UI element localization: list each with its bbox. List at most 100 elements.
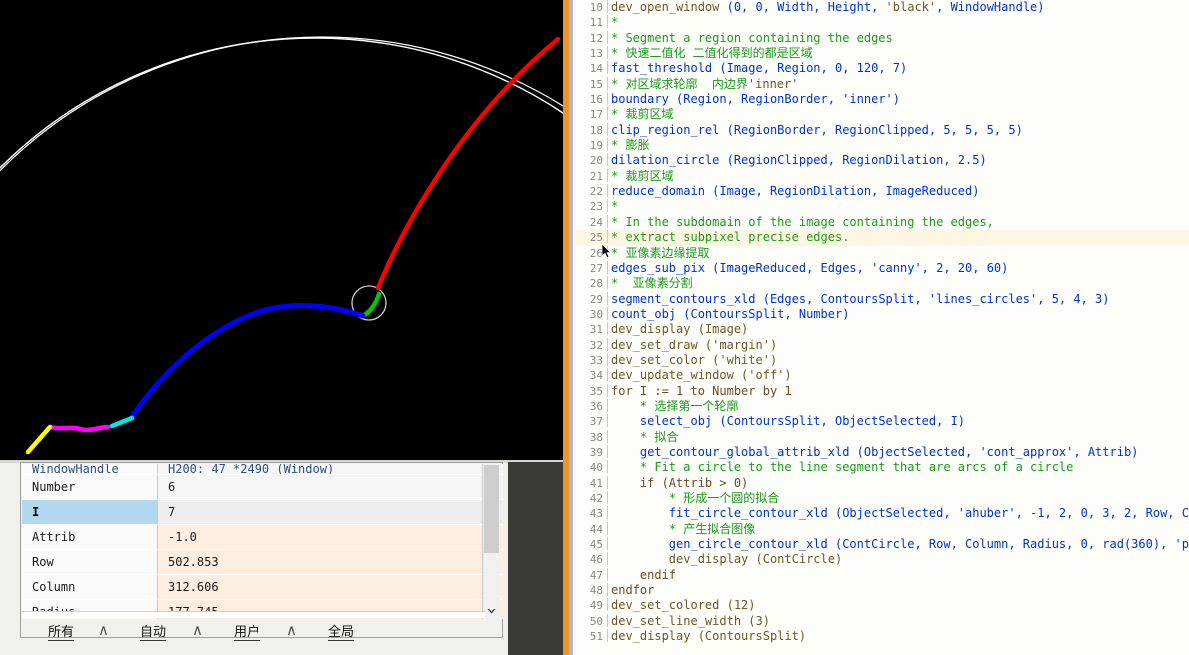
code-line[interactable]: 23 * <box>576 199 1189 215</box>
line-number: 20 <box>576 153 607 169</box>
table-row-selected[interactable]: I 7 <box>22 499 503 525</box>
code-line[interactable]: 27 edges_sub_pix (ImageReduced, Edges, 'c… <box>576 260 1189 277</box>
code-line[interactable]: 51 dev_display (ContoursSplit) <box>576 629 1189 645</box>
table-row[interactable]: Row 502.853 <box>22 549 503 575</box>
code-line[interactable]: 49 dev_set_colored (12) <box>576 598 1189 614</box>
variables-table-scroll[interactable]: WindowHandle H200: 47 *2490 (Window) Num… <box>22 464 503 619</box>
code-token: * extract subpixel precise edges. <box>611 230 850 245</box>
code-line[interactable]: 35 for I := 1 to Number by 1 <box>576 383 1189 399</box>
variable-name: Attrib <box>22 524 158 550</box>
code-token: (RegionClipped, RegionDilation, 2.5) <box>726 153 987 168</box>
variable-name: WindowHandle <box>22 464 158 475</box>
gutter-divider <box>607 398 608 412</box>
code-token: (Region, RegionBorder, 'inner') <box>676 92 900 107</box>
code-text: * <box>611 15 618 30</box>
gutter-divider <box>607 583 608 597</box>
code-line[interactable]: 12 * Segment a region containing the edge… <box>576 30 1189 47</box>
code-token: (12) <box>726 598 756 613</box>
variable-value: H200: 47 *2490 (Window) <box>157 464 503 475</box>
code-line[interactable]: 36 * 选择第一个轮廓 <box>576 398 1189 415</box>
gutter-divider <box>607 46 608 60</box>
code-line[interactable]: 30 count_obj (ContoursSplit, Number) <box>576 306 1189 323</box>
code-token: * <box>611 15 619 30</box>
line-number: 51 <box>576 629 607 645</box>
chevron-down-icon[interactable] <box>484 604 499 618</box>
variable-name: I <box>22 499 158 525</box>
graphics-window[interactable] <box>0 0 563 460</box>
code-line[interactable]: 21 * 裁剪区域 <box>576 168 1189 185</box>
code-line[interactable]: 44 * 产生拟合图像 <box>576 521 1189 538</box>
code-line[interactable]: 43 fit_circle_contour_xld (ObjectSelecte… <box>576 506 1189 522</box>
code-text: dev_set_draw ('margin') <box>611 338 777 353</box>
gutter-divider <box>607 460 608 474</box>
variable-value: 7 <box>157 499 503 525</box>
code-line[interactable]: 17 * 裁剪区域 <box>576 107 1189 123</box>
code-line[interactable]: 37 select_obj (ContoursSplit, ObjectSele… <box>576 414 1189 430</box>
tab-global[interactable]: 全局 <box>302 620 380 641</box>
code-line[interactable]: 28 * 亚像素分割 <box>576 276 1189 292</box>
code-line[interactable]: 29 segment_contours_xld (Edges, ContoursS… <box>576 291 1189 307</box>
code-line[interactable]: 39 get_contour_global_attrib_xld (Object… <box>576 444 1189 461</box>
tab-auto[interactable]: 自动 <box>114 620 192 641</box>
gutter-divider <box>607 506 608 520</box>
gutter-divider <box>607 15 608 29</box>
code-line[interactable]: 13 * 快速二值化 二值化得到的都是区域 <box>576 46 1189 62</box>
table-row[interactable]: Column 312.606 <box>22 574 503 600</box>
scrollbar-thumb[interactable] <box>484 465 499 553</box>
code-line[interactable]: 26 * 亚像素边缘提取 <box>576 245 1189 261</box>
code-line[interactable]: 42 * 形成一个圆的拟合 <box>576 491 1189 507</box>
code-line[interactable]: 31 dev_display (Image) <box>576 322 1189 338</box>
code-line[interactable]: 47 endif <box>576 567 1189 584</box>
code-text: * 裁剪区域 <box>611 107 673 122</box>
code-line[interactable]: 38 * 拟合 <box>576 429 1189 445</box>
code-token: reduce_domain <box>611 184 713 199</box>
code-text: dev_display (ContoursSplit) <box>611 629 806 644</box>
code-token: (ContoursSplit, Number) <box>683 306 850 321</box>
code-line[interactable]: 50 dev_set_line_width (3) <box>576 613 1189 630</box>
gutter-divider <box>607 184 608 198</box>
code-line[interactable]: 41 if (Attrib > 0) <box>576 475 1189 491</box>
tab-label: 所有 <box>47 621 74 641</box>
gutter-divider <box>607 92 608 106</box>
program-code-editor[interactable]: 10 dev_open_window (0, 0, Width, Height, … <box>576 0 1189 655</box>
code-line[interactable]: 14 fast_threshold (Image, Region, 0, 120,… <box>576 61 1189 77</box>
code-line[interactable]: 46 dev_display (ContCircle) <box>576 552 1189 568</box>
code-line[interactable]: 25 * extract subpixel precise edges. <box>576 230 1189 246</box>
code-line[interactable]: 33 dev_set_color ('white') <box>576 352 1189 369</box>
variables-vertical-scrollbar[interactable] <box>482 464 500 619</box>
table-row[interactable]: WindowHandle H200: 47 *2490 (Window) <box>22 464 503 475</box>
code-line[interactable]: 24 * In the subdomain of the image contai… <box>576 214 1189 231</box>
tab-user[interactable]: 用户 <box>208 620 286 641</box>
left-pane: WindowHandle H200: 47 *2490 (Window) Num… <box>0 0 563 655</box>
code-line[interactable]: 40 * Fit a circle to the line segment th… <box>576 460 1189 476</box>
code-line[interactable]: 32 dev_set_draw ('margin') <box>576 337 1189 353</box>
code-token: dev_set_color <box>611 352 713 367</box>
tab-all[interactable]: 所有 <box>22 620 100 641</box>
code-line[interactable]: 16 boundary (Region, RegionBorder, 'inner… <box>576 92 1189 108</box>
code-line[interactable]: 19 * 膨胀 <box>576 138 1189 154</box>
code-line[interactable]: 18 clip_region_rel (RegionBorder, RegionC… <box>576 122 1189 139</box>
gutter-divider <box>607 444 608 458</box>
code-token: * Fit a circle to the line segment that … <box>611 460 1074 475</box>
code-line[interactable]: 10 dev_open_window (0, 0, Width, Height, … <box>576 0 1189 16</box>
code-line[interactable]: 22 reduce_domain (Image, RegionDilation, … <box>576 184 1189 200</box>
variables-horizontal-scrollbar[interactable] <box>22 611 485 618</box>
line-number: 44 <box>576 521 607 538</box>
code-line[interactable]: 20 dilation_circle (RegionClipped, Region… <box>576 153 1189 169</box>
code-line[interactable]: 45 gen_circle_contour_xld (ContCircle, R… <box>576 537 1189 553</box>
table-row[interactable]: Attrib -1.0 <box>22 524 503 550</box>
line-number: 18 <box>576 122 607 139</box>
gutter-divider <box>607 322 608 336</box>
code-line[interactable]: 15 * 对区域求轮廓 内边界'inner' <box>576 76 1189 93</box>
table-row[interactable]: Number 6 <box>22 474 503 500</box>
code-token: (Attrib > 0) <box>661 475 749 490</box>
line-number: 38 <box>576 429 607 445</box>
gutter-divider <box>607 0 608 13</box>
gutter-divider <box>607 613 608 627</box>
code-line[interactable]: 11 * <box>576 15 1189 31</box>
variables-table: WindowHandle H200: 47 *2490 (Window) Num… <box>22 464 503 619</box>
code-line[interactable]: 34 dev_update_window ('off') <box>576 368 1189 384</box>
code-line[interactable]: 48 endfor <box>576 583 1189 599</box>
code-token: * 形成一个圆的拟合 <box>611 491 780 505</box>
code-text: dev_display (Image) <box>611 322 748 337</box>
